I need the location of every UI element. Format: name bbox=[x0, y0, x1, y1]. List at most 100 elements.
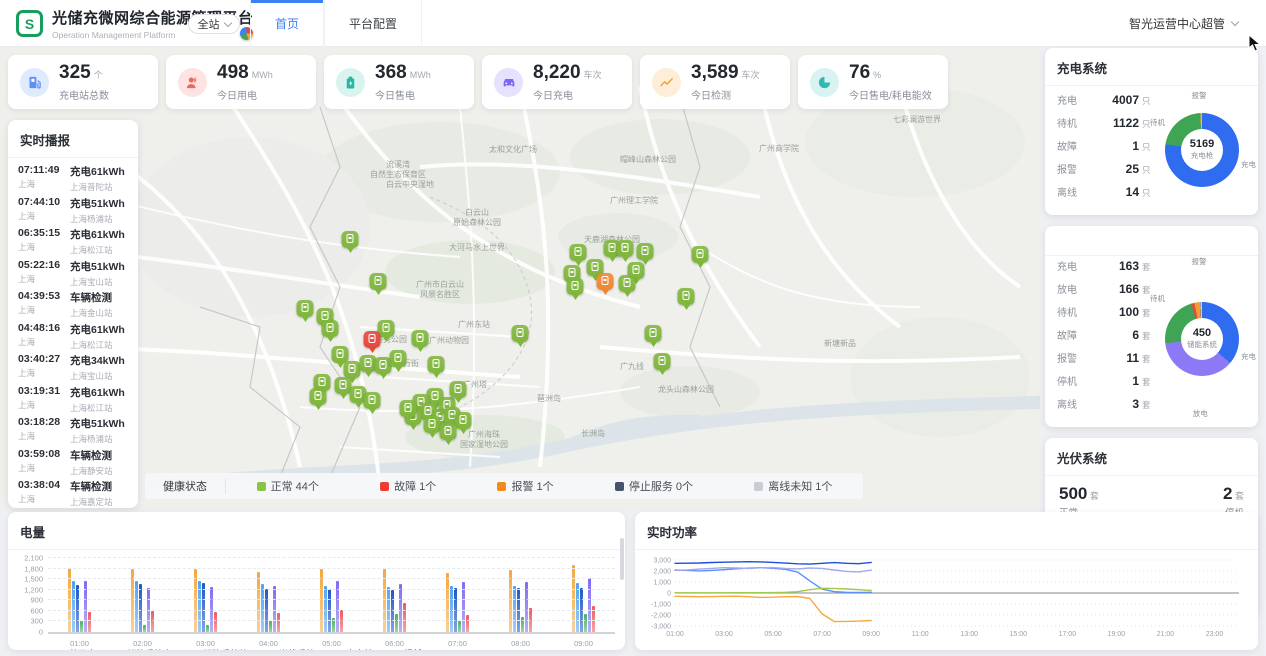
station-pin-normal[interactable] bbox=[400, 400, 417, 417]
svg-text:19:00: 19:00 bbox=[1108, 631, 1126, 638]
bar-储能系统放[interactable] bbox=[76, 585, 79, 632]
station-pin-normal[interactable] bbox=[424, 416, 441, 433]
system-stat-row: 报警25只 bbox=[1057, 161, 1156, 184]
station-pin-normal[interactable] bbox=[654, 353, 671, 370]
status-dot bbox=[615, 482, 624, 491]
bar-储能系统放[interactable] bbox=[139, 584, 142, 632]
charging-system-title: 充电系统 bbox=[1045, 48, 1258, 86]
bar-储能系统放[interactable] bbox=[202, 583, 205, 632]
broadcast-entry: 07:44:10上海充电51kWh上海杨浦站 bbox=[18, 192, 128, 224]
svg-text:13:00: 13:00 bbox=[960, 631, 978, 638]
bar-充电桩[interactable] bbox=[588, 578, 591, 632]
broadcast-entry: 07:11:49上海充电61kWh上海普陀站 bbox=[18, 160, 128, 192]
donut-chart: 5169充电枪 bbox=[1165, 113, 1239, 187]
user-menu[interactable]: 智光运营中心超管 bbox=[1129, 0, 1238, 47]
system-stat-row: 故障6套 bbox=[1057, 327, 1156, 350]
station-pin-normal[interactable] bbox=[678, 288, 695, 305]
donut-callout: 充电 bbox=[1241, 351, 1256, 362]
system-stat-row: 放电166套 bbox=[1057, 281, 1156, 304]
health-status-title: 健康状态 bbox=[145, 478, 226, 494]
station-pin-normal[interactable] bbox=[440, 423, 457, 440]
health-legend-item: 故障 1个 bbox=[380, 478, 436, 494]
bar-充电桩[interactable] bbox=[399, 584, 402, 632]
stat-value: 3,589车次 bbox=[691, 63, 760, 85]
bar-总用电[interactable] bbox=[446, 573, 449, 632]
bar-光伏系统[interactable] bbox=[269, 621, 272, 632]
station-pin-normal[interactable] bbox=[428, 356, 445, 373]
bar-光伏系统[interactable] bbox=[521, 617, 524, 632]
donut-callout: 待机 bbox=[1150, 117, 1165, 128]
stat-card: 8,220车次今日充电 bbox=[482, 55, 632, 109]
bar-损耗[interactable] bbox=[214, 612, 217, 632]
station-pin-normal[interactable] bbox=[370, 273, 387, 290]
bar-总用电[interactable] bbox=[509, 570, 512, 632]
station-pin-normal[interactable] bbox=[450, 381, 467, 398]
station-pin-normal[interactable] bbox=[512, 325, 529, 342]
donut-callout: 报警 bbox=[1192, 90, 1207, 101]
storage-system-panel: 充电163套放电166套待机100套故障6套报警11套停机1套离线3套 450储… bbox=[1045, 226, 1258, 427]
stat-card: 325个充电站总数 bbox=[8, 55, 158, 109]
stat-label: 今日充电 bbox=[533, 87, 602, 102]
station-pin-normal[interactable] bbox=[637, 243, 654, 260]
power-user-icon bbox=[178, 68, 207, 97]
site-selector-dropdown[interactable]: 全站 bbox=[188, 14, 240, 34]
city-map[interactable]: 流溪湾自然生态保育区太和文化广场帽峰山森林公园七彩澜游世界广州商学院白云中央湿地… bbox=[0, 47, 1040, 510]
bar-损耗[interactable] bbox=[88, 612, 91, 632]
station-pin-normal[interactable] bbox=[412, 330, 429, 347]
realtime-broadcast-panel: 实时播报 07:11:49上海充电61kWh上海普陀站07:44:10上海充电5… bbox=[8, 120, 138, 508]
station-pin-normal[interactable] bbox=[344, 361, 361, 378]
svg-text:09:00: 09:00 bbox=[862, 631, 880, 638]
energy-chart-title: 电量 bbox=[8, 512, 625, 550]
station-pin-normal[interactable] bbox=[692, 246, 709, 263]
bar-储能系统放[interactable] bbox=[391, 590, 394, 632]
bar-储能系统充[interactable] bbox=[576, 583, 579, 632]
pie-icon bbox=[810, 68, 839, 97]
bar-光伏系统[interactable] bbox=[458, 621, 461, 632]
status-dot bbox=[257, 482, 266, 491]
bar-光伏系统[interactable] bbox=[584, 614, 587, 632]
bar-总用电[interactable] bbox=[257, 572, 260, 632]
scrollbar[interactable] bbox=[620, 538, 624, 580]
bar-光伏系统[interactable] bbox=[395, 614, 398, 632]
station-pin-normal[interactable] bbox=[455, 412, 472, 429]
station-pin-fault[interactable] bbox=[364, 331, 381, 348]
station-pin-normal[interactable] bbox=[342, 231, 359, 248]
station-pin-normal[interactable] bbox=[297, 300, 314, 317]
status-dot bbox=[380, 482, 389, 491]
bar-光伏系统[interactable] bbox=[206, 625, 209, 632]
bar-损耗[interactable] bbox=[403, 603, 406, 632]
station-pin-normal[interactable] bbox=[310, 388, 327, 405]
station-pin-normal[interactable] bbox=[619, 275, 636, 292]
tab-1[interactable]: 平台配置 bbox=[324, 0, 422, 47]
stat-value: 325个 bbox=[59, 63, 109, 85]
broadcast-title: 实时播报 bbox=[8, 120, 138, 158]
station-pin-normal[interactable] bbox=[390, 350, 407, 367]
station-pin-normal[interactable] bbox=[322, 320, 339, 337]
station-pin-normal[interactable] bbox=[645, 325, 662, 342]
station-pin-normal[interactable] bbox=[617, 240, 634, 257]
stat-cards: 325个充电站总数498MWh今日用电368MWh今日售电8,220车次今日充电… bbox=[8, 55, 948, 109]
donut-chart: 450储能系统 bbox=[1165, 302, 1239, 376]
station-pin-normal[interactable] bbox=[364, 392, 381, 409]
station-pin-normal[interactable] bbox=[570, 244, 587, 261]
system-stat-row: 报警11套 bbox=[1057, 350, 1156, 373]
station-pin-alarm[interactable] bbox=[597, 273, 614, 290]
bar-损耗[interactable] bbox=[466, 615, 469, 632]
storage-system-title bbox=[1045, 226, 1258, 256]
stat-value: 368MWh bbox=[375, 63, 431, 85]
station-pin-normal[interactable] bbox=[567, 278, 584, 295]
svg-text:2,000: 2,000 bbox=[653, 569, 671, 576]
stat-value: 8,220车次 bbox=[533, 63, 602, 85]
svg-text:23:00: 23:00 bbox=[1206, 631, 1224, 638]
battery-icon bbox=[336, 68, 365, 97]
stat-card: 76%今日售电/耗电能效 bbox=[798, 55, 948, 109]
bar-储能系统充[interactable] bbox=[261, 584, 264, 632]
broadcast-entry: 03:19:31上海充电61kWh上海松江站 bbox=[18, 381, 128, 413]
tab-0[interactable]: 首页 bbox=[250, 0, 324, 47]
status-dot bbox=[497, 482, 506, 491]
bar-光伏系统[interactable] bbox=[80, 621, 83, 632]
broadcast-entry: 03:40:27上海充电34kWh上海宝山站 bbox=[18, 349, 128, 381]
bar-光伏系统[interactable] bbox=[143, 625, 146, 632]
bar-损耗[interactable] bbox=[277, 613, 280, 632]
system-stat-row: 充电163套 bbox=[1057, 258, 1156, 281]
